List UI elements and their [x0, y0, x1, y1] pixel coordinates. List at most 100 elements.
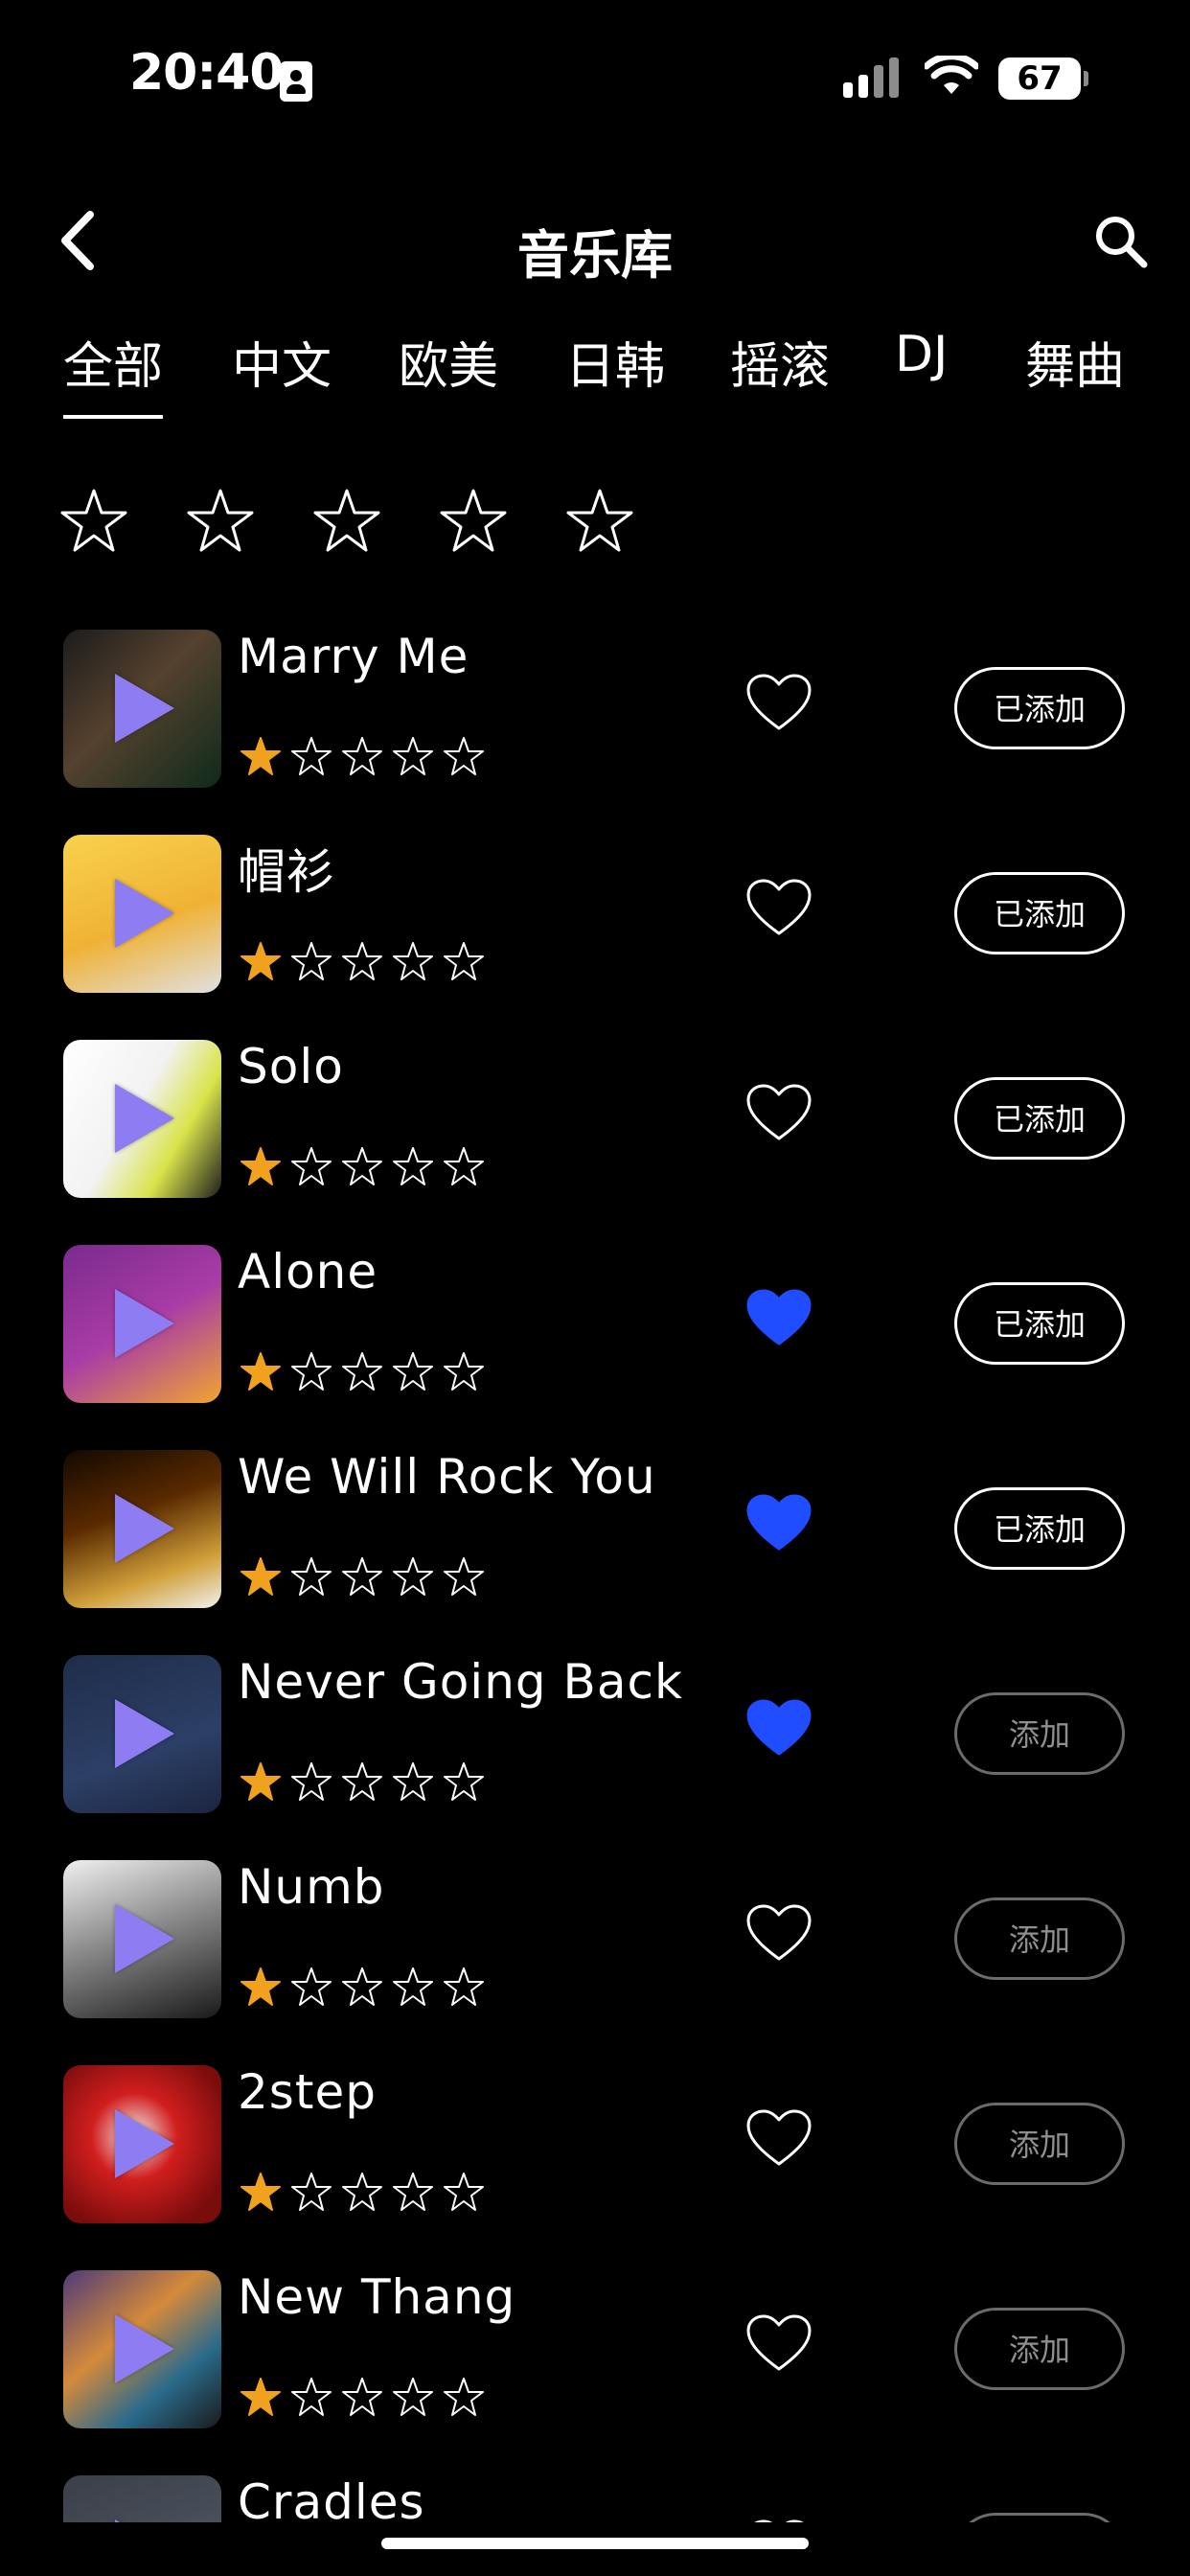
heart-outline-icon[interactable]: [745, 1903, 812, 1963]
star-outline-icon: [342, 1967, 382, 2006]
tab-chinese[interactable]: 中文: [232, 326, 332, 398]
album-cover[interactable]: [63, 835, 221, 993]
star-outline-icon: [444, 1762, 484, 1801]
star-outline-icon: [444, 942, 484, 980]
star-filled-icon: [240, 1557, 281, 1596]
play-icon[interactable]: [115, 1084, 174, 1153]
star-filled-icon: [240, 1762, 281, 1801]
star-outline-icon: [291, 737, 332, 775]
status-bar: 20:40 67: [0, 0, 1190, 144]
added-button[interactable]: 已添加: [954, 667, 1125, 749]
star-outline-icon: [291, 2378, 332, 2416]
album-cover[interactable]: [63, 2270, 221, 2428]
song-title: Solo: [238, 1039, 344, 1094]
song-row[interactable]: New Thang 添加: [0, 2264, 1190, 2469]
play-icon[interactable]: [115, 1494, 174, 1563]
play-icon[interactable]: [115, 1904, 174, 1973]
play-icon[interactable]: [115, 2314, 174, 2383]
star-outline-icon: [291, 1352, 332, 1391]
song-title: We Will Rock You: [238, 1449, 656, 1505]
add-button[interactable]: 添加: [954, 2513, 1125, 2522]
song-row[interactable]: Cradles 添加: [0, 2469, 1190, 2522]
tab-western[interactable]: 欧美: [399, 326, 498, 398]
heart-outline-icon[interactable]: [745, 1083, 812, 1142]
filter-star-3-icon[interactable]: [312, 487, 381, 556]
heart-filled-icon[interactable]: [745, 1288, 812, 1347]
tab-all[interactable]: 全部: [63, 326, 164, 419]
star-outline-icon: [393, 2173, 433, 2211]
star-filled-icon: [240, 2173, 281, 2211]
add-button[interactable]: 添加: [954, 1898, 1125, 1980]
star-outline-icon: [342, 1147, 382, 1185]
status-time: 20:40: [129, 44, 285, 102]
heart-filled-icon[interactable]: [745, 1698, 812, 1758]
added-button[interactable]: 已添加: [954, 1487, 1125, 1570]
star-outline-icon: [393, 1557, 433, 1596]
heart-outline-icon[interactable]: [745, 2313, 812, 2373]
added-button[interactable]: 已添加: [954, 1282, 1125, 1365]
search-icon[interactable]: [1092, 213, 1150, 270]
album-cover[interactable]: [63, 1860, 221, 2018]
song-title: New Thang: [238, 2269, 516, 2325]
added-button[interactable]: 已添加: [954, 872, 1125, 954]
nav-bar: 音乐库: [0, 192, 1190, 288]
song-row[interactable]: Marry Me 已添加: [0, 623, 1190, 828]
song-title: Cradles: [238, 2474, 425, 2522]
added-button[interactable]: 已添加: [954, 1077, 1125, 1160]
heart-outline-icon[interactable]: [745, 878, 812, 937]
song-title: Alone: [238, 1244, 378, 1300]
album-cover[interactable]: [63, 1245, 221, 1403]
star-filled-icon: [240, 2378, 281, 2416]
song-row[interactable]: Alone 已添加: [0, 1238, 1190, 1443]
star-filled-icon: [240, 1967, 281, 2006]
song-row[interactable]: Solo 已添加: [0, 1033, 1190, 1238]
play-icon[interactable]: [115, 1289, 174, 1358]
album-cover[interactable]: [63, 630, 221, 788]
song-title: 帽衫: [238, 844, 335, 900]
play-icon[interactable]: [115, 2519, 174, 2522]
heart-filled-icon[interactable]: [745, 1493, 812, 1552]
song-row[interactable]: Numb 添加: [0, 1853, 1190, 2058]
filter-star-5-icon[interactable]: [565, 487, 634, 556]
star-outline-icon: [342, 737, 382, 775]
play-icon[interactable]: [115, 1699, 174, 1768]
filter-star-2-icon[interactable]: [186, 487, 255, 556]
song-title: Never Going Back: [238, 1654, 683, 1710]
star-outline-icon: [291, 2173, 332, 2211]
filter-star-1-icon[interactable]: [59, 487, 128, 556]
album-cover[interactable]: [63, 1040, 221, 1198]
song-row[interactable]: Never Going Back 添加: [0, 1648, 1190, 1853]
star-outline-icon: [393, 1762, 433, 1801]
album-cover[interactable]: [63, 1655, 221, 1813]
star-outline-icon: [342, 1352, 382, 1391]
add-button[interactable]: 添加: [954, 1692, 1125, 1775]
song-row[interactable]: 帽衫 已添加: [0, 828, 1190, 1033]
add-button[interactable]: 添加: [954, 2308, 1125, 2390]
star-outline-icon: [444, 1147, 484, 1185]
star-outline-icon: [342, 1762, 382, 1801]
album-cover[interactable]: [63, 1450, 221, 1608]
heart-outline-icon[interactable]: [745, 2518, 812, 2522]
play-icon[interactable]: [115, 2109, 174, 2178]
album-cover[interactable]: [63, 2475, 221, 2522]
star-outline-icon: [393, 1967, 433, 2006]
tab-dance[interactable]: 舞曲: [1025, 326, 1125, 398]
song-list[interactable]: Marry Me 已添加 帽衫 已添加 Solo 已添加 Alone 已添加 W…: [0, 623, 1190, 2522]
star-outline-icon: [342, 2173, 382, 2211]
add-button[interactable]: 添加: [954, 2103, 1125, 2185]
song-row[interactable]: We Will Rock You 已添加: [0, 1443, 1190, 1648]
song-row[interactable]: 2step 添加: [0, 2058, 1190, 2264]
heart-outline-icon[interactable]: [745, 2108, 812, 2168]
tab-japanese-korean[interactable]: 日韩: [565, 326, 665, 398]
star-outline-icon: [444, 2173, 484, 2211]
play-icon[interactable]: [115, 879, 174, 948]
tab-rock[interactable]: 摇滚: [730, 326, 830, 398]
star-outline-icon: [291, 1147, 332, 1185]
heart-outline-icon[interactable]: [745, 673, 812, 732]
filter-star-4-icon[interactable]: [439, 487, 508, 556]
play-icon[interactable]: [115, 674, 174, 743]
star-outline-icon: [342, 942, 382, 980]
tab-dj[interactable]: DJ: [895, 326, 948, 383]
album-cover[interactable]: [63, 2065, 221, 2223]
person-card-icon: [280, 61, 312, 102]
